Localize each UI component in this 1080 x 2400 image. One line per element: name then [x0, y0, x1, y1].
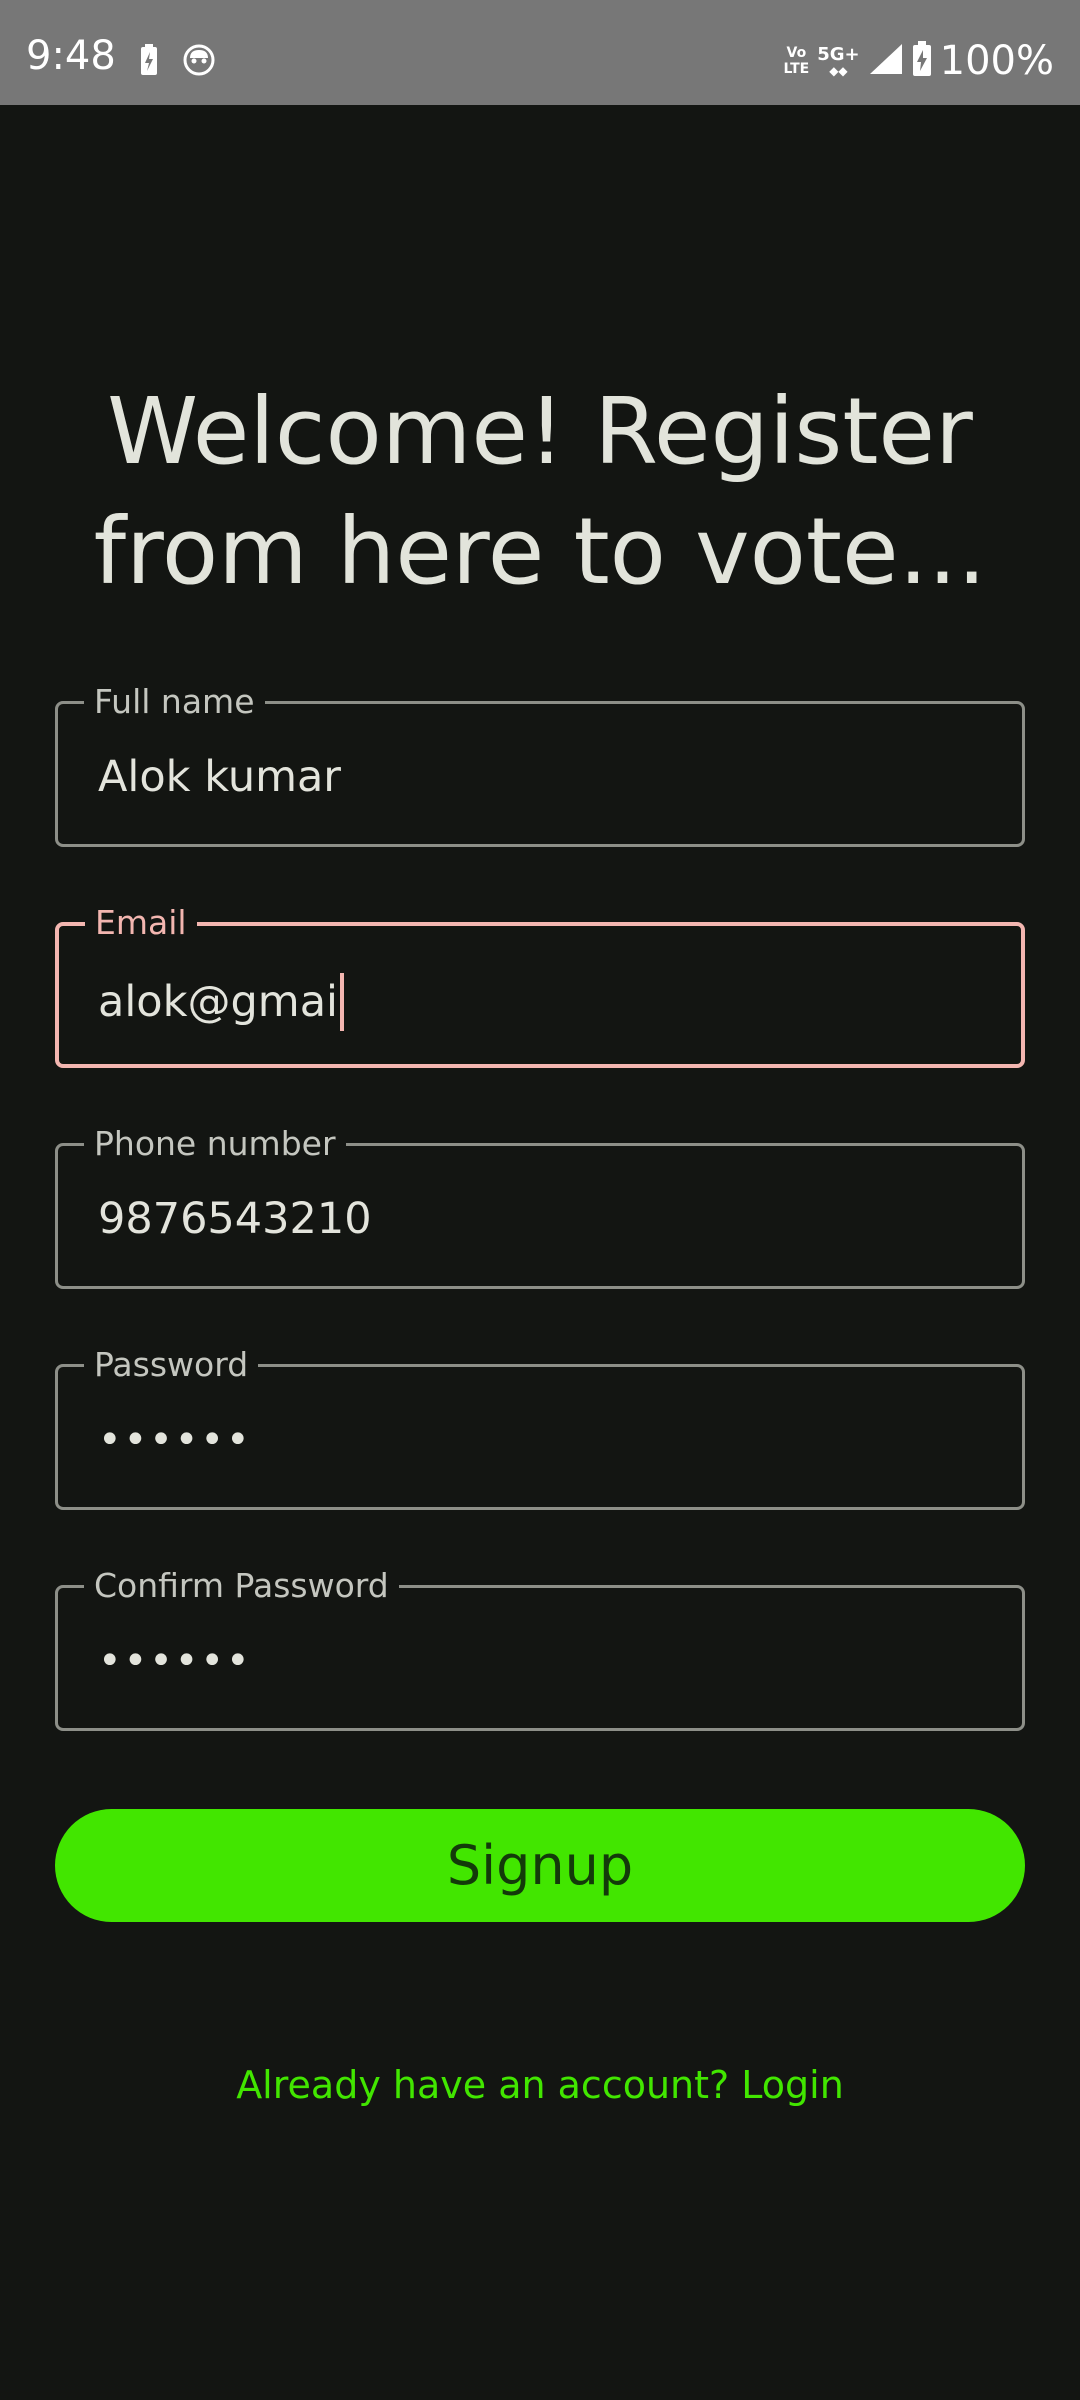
- text-cursor: [340, 973, 344, 1031]
- full-name-label: Full name: [84, 682, 265, 722]
- page-title: Welcome! Register from here to vote...: [60, 372, 1020, 612]
- password-value: ••••••: [98, 1417, 252, 1463]
- full-name-value: Alok kumar: [98, 752, 341, 802]
- email-label: Email: [85, 903, 197, 943]
- email-field[interactable]: Email alok@gmai: [55, 903, 1025, 1068]
- phone-number-value: 9876543210: [98, 1194, 372, 1244]
- 5g-icon: 5G+ ◆◆: [817, 44, 860, 78]
- 5g-label: 5G+: [817, 44, 860, 65]
- phone-number-field[interactable]: Phone number 9876543210: [55, 1124, 1025, 1289]
- signal-icon: [868, 42, 904, 80]
- full-name-field[interactable]: Full name Alok kumar: [55, 682, 1025, 847]
- battery-charging-icon: [912, 41, 932, 81]
- confirm-password-value: ••••••: [98, 1638, 252, 1684]
- volte-icon: Vo LTE: [784, 45, 810, 77]
- status-time: 9:48: [26, 33, 116, 79]
- battery-percentage: 100%: [939, 38, 1054, 84]
- battery-saver-icon: [140, 44, 158, 80]
- cat-face-icon: [182, 43, 216, 81]
- status-left-icons: [140, 42, 216, 82]
- password-label: Password: [84, 1345, 259, 1385]
- signup-button[interactable]: Signup: [55, 1809, 1025, 1922]
- volte-top-label: Vo: [786, 45, 807, 61]
- volte-bottom-label: LTE: [783, 61, 810, 77]
- page-title-line-2: from here to vote...: [93, 498, 987, 605]
- status-right-icons: Vo LTE 5G+ ◆◆ 100%: [784, 38, 1054, 84]
- email-value: alok@gmai: [98, 977, 338, 1027]
- password-field[interactable]: Password ••••••: [55, 1345, 1025, 1510]
- email-value-wrap: alok@gmai: [98, 973, 344, 1031]
- page-title-line-1: Welcome! Register: [107, 378, 973, 485]
- phone-number-label: Phone number: [84, 1124, 346, 1164]
- confirm-password-label: Confirm Password: [84, 1566, 399, 1606]
- status-bar: 9:48 Vo LTE 5G+ ◆◆ 100%: [0, 0, 1080, 105]
- confirm-password-field[interactable]: Confirm Password ••••••: [55, 1566, 1025, 1731]
- login-link[interactable]: Already have an account? Login: [0, 2060, 1080, 2110]
